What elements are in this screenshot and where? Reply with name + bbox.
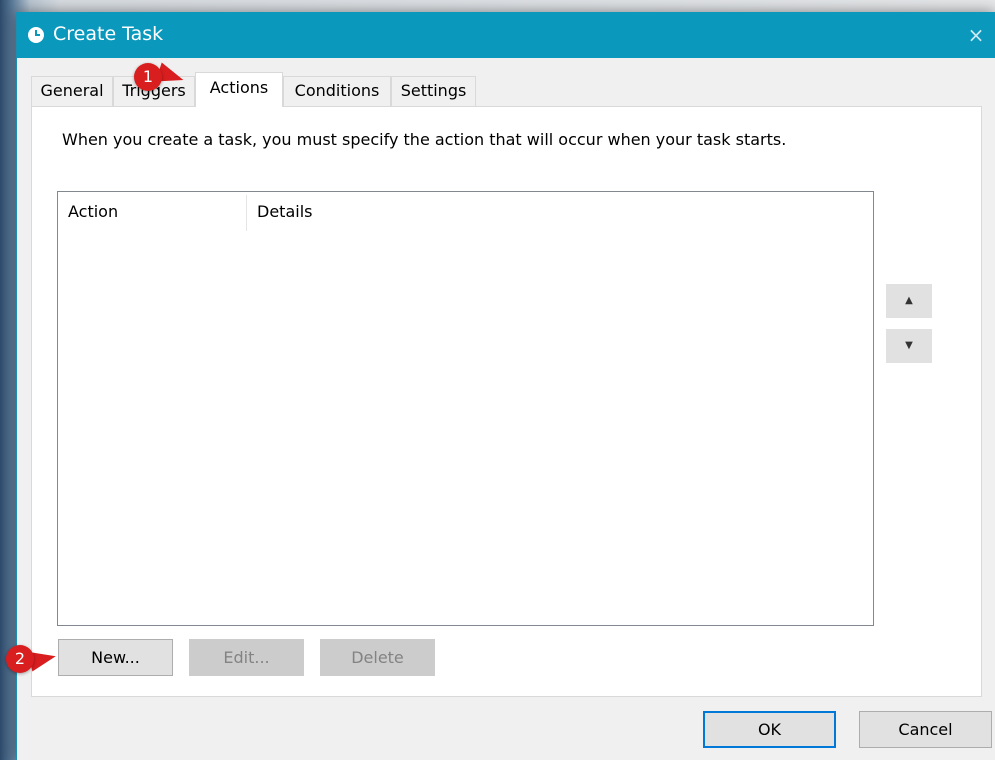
tab-general[interactable]: General [31, 76, 113, 106]
step-2-badge: 2 [6, 645, 34, 673]
step-1-badge: 1 [134, 63, 162, 91]
cancel-button[interactable]: Cancel [859, 711, 992, 748]
tab-conditions[interactable]: Conditions [283, 76, 391, 106]
window-title: Create Task [53, 23, 164, 45]
move-up-button[interactable]: ▲ [886, 284, 932, 318]
tab-actions[interactable]: Actions [195, 72, 283, 107]
chevron-down-icon: ▼ [905, 340, 913, 351]
create-task-window: Create Task × General Triggers Actions C… [16, 12, 995, 760]
title-bar[interactable]: Create Task × [17, 12, 995, 58]
ok-button[interactable]: OK [703, 711, 836, 748]
tab-settings[interactable]: Settings [391, 76, 476, 106]
close-button[interactable]: × [963, 22, 989, 48]
clock-icon [28, 27, 44, 43]
move-down-button[interactable]: ▼ [886, 329, 932, 363]
column-header-details[interactable]: Details [247, 192, 547, 232]
column-header-action[interactable]: Action [58, 192, 246, 232]
new-action-button[interactable]: New... [58, 639, 173, 676]
delete-action-button[interactable]: Delete [320, 639, 435, 676]
edit-action-button[interactable]: Edit... [189, 639, 304, 676]
actions-list[interactable]: Action Details [57, 191, 874, 626]
instructions-text: When you create a task, you must specify… [62, 130, 787, 149]
chevron-up-icon: ▲ [905, 295, 913, 306]
